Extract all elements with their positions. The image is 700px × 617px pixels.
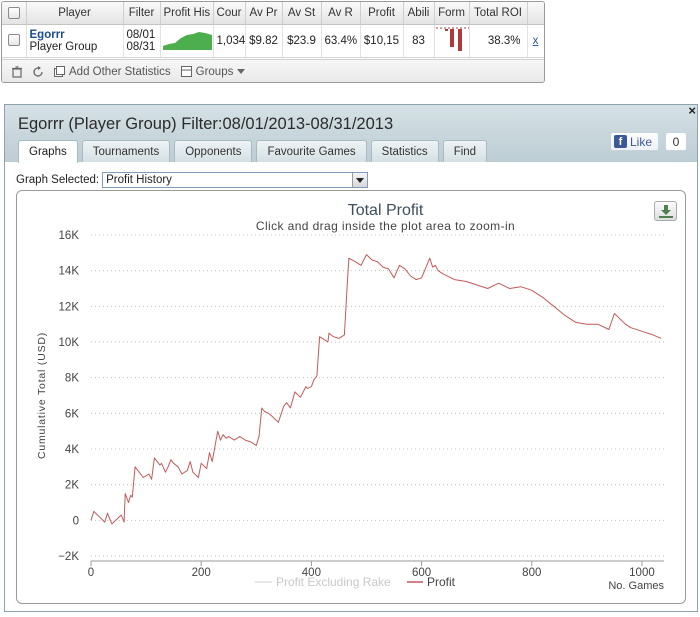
y-tick-label: 0: [73, 515, 79, 527]
groups-dropdown[interactable]: Groups: [180, 65, 246, 78]
x-tick-label: 200: [192, 567, 211, 579]
y-tick-label: 10K: [59, 337, 80, 349]
series-line-profit: [90, 254, 662, 525]
column-header-remove: [527, 2, 544, 25]
download-icon: [658, 204, 673, 218]
y-tick-label: 2K: [65, 480, 79, 492]
form-chart: [435, 27, 468, 51]
graph-selector: Graph Selected: Profit History: [16, 172, 369, 188]
column-header-av-stake[interactable]: Av St: [282, 2, 322, 25]
profit-chart[interactable]: Total ProfitClick and drag inside the pl…: [17, 191, 685, 603]
av-profit-cell: $9.82: [245, 24, 283, 58]
ability-cell: 83: [403, 24, 435, 58]
column-header-ability[interactable]: Abili: [403, 2, 435, 25]
player-group-label: Player Group: [29, 40, 98, 53]
facebook-icon: f: [613, 135, 627, 148]
facebook-like-button[interactable]: f Like: [609, 132, 659, 151]
select-all-checkbox[interactable]: [7, 6, 20, 19]
column-header-player[interactable]: Player: [26, 2, 124, 25]
total-roi-cell: 38.3%: [469, 24, 528, 58]
form-cell: [434, 24, 470, 58]
y-tick-label: 14K: [59, 266, 80, 278]
column-header-profit-history[interactable]: Profit His: [160, 2, 214, 25]
add-statistics-label: Add Other Statistics: [69, 65, 171, 78]
av-stake-cell: $23.9: [282, 24, 322, 58]
player-panel: Egorrr (Player Group) Filter:08/01/2013-…: [4, 104, 698, 612]
profit-history-cell: [160, 24, 214, 58]
panel-title: Egorrr (Player Group) Filter:08/01/2013-…: [18, 115, 394, 133]
row-checkbox[interactable]: [7, 34, 20, 47]
profit-sparkline: [162, 32, 212, 50]
column-header-count[interactable]: Cour: [213, 2, 246, 25]
y-tick-label: 6K: [65, 408, 79, 420]
legend-label-profit-excluding-rake: Profit Excluding Rake: [276, 575, 391, 589]
table-row[interactable]: Egorrr Player Group 08/01 08/31 1,034 $9…: [2, 24, 544, 58]
graph-select[interactable]: Profit History: [102, 172, 369, 188]
y-tick-label: 4K: [65, 444, 79, 456]
facebook-like-count: 0: [665, 132, 687, 151]
y-tick-label: −2K: [58, 551, 79, 563]
panel-tabs: Graphs Tournaments Opponents Favourite G…: [18, 140, 488, 163]
stats-table: Player Filter Profit His Cour Av Pr Av S…: [2, 2, 544, 58]
y-tick-label: 8K: [65, 373, 79, 385]
x-tick-label: 0: [88, 567, 94, 579]
tab-favourite-games[interactable]: Favourite Games: [256, 140, 367, 162]
select-all-header[interactable]: [2, 2, 27, 25]
filter-start: 08/01: [126, 28, 156, 41]
tab-statistics[interactable]: Statistics: [370, 140, 439, 162]
tab-opponents[interactable]: Opponents: [174, 140, 253, 162]
facebook-like-label: Like: [629, 134, 652, 149]
column-header-av-profit[interactable]: Av Pr: [245, 2, 283, 25]
x-axis-label: No. Games: [608, 580, 664, 592]
chart-title: Total Profit: [348, 202, 424, 219]
tab-graphs[interactable]: Graphs: [18, 140, 78, 163]
filter-end: 08/31: [126, 40, 156, 53]
column-header-av-roi[interactable]: Av R: [321, 2, 361, 25]
facebook-like-widget: f Like 0: [609, 132, 687, 151]
panel-header: Egorrr (Player Group) Filter:08/01/2013-…: [5, 104, 697, 163]
download-button[interactable]: [654, 201, 677, 221]
close-icon[interactable]: ×: [688, 104, 696, 117]
remove-cell[interactable]: x: [527, 24, 544, 58]
refresh-icon[interactable]: [32, 65, 44, 78]
y-axis-label: Cumulative Total (USD): [36, 332, 48, 459]
remove-row-link[interactable]: x: [533, 35, 539, 47]
column-header-filter[interactable]: Filter: [123, 2, 161, 25]
player-name-link[interactable]: Egorrr: [30, 29, 120, 41]
count-cell: 1,034: [213, 24, 246, 58]
filter-cell: 08/01 08/31: [123, 24, 161, 58]
grid-toolbar: Add Other Statistics Groups: [2, 59, 544, 82]
row-select-cell[interactable]: [2, 24, 27, 58]
y-tick-label: 12K: [59, 301, 80, 313]
chevron-down-icon: [237, 68, 246, 74]
add-statistics-button[interactable]: Add Other Statistics: [54, 66, 171, 78]
graph-select-value: Profit History: [106, 174, 172, 186]
av-roi-cell: 63.4%: [321, 24, 361, 58]
tab-tournaments[interactable]: Tournaments: [81, 140, 171, 162]
chart-subtitle: Click and drag inside the plot area to z…: [256, 219, 515, 233]
add-window-icon: [54, 66, 65, 77]
chart-container[interactable]: Total Profit Click and drag inside the pl…: [16, 190, 686, 604]
trash-icon[interactable]: [11, 65, 23, 78]
x-tick-label: 800: [522, 567, 541, 579]
table-header-row: Player Filter Profit His Cour Av Pr Av S…: [2, 2, 544, 25]
tab-find[interactable]: Find: [442, 140, 488, 162]
groups-icon: [180, 66, 192, 77]
dropdown-arrow-icon[interactable]: [352, 173, 368, 187]
legend-label-profit: Profit: [427, 575, 456, 589]
column-header-profit[interactable]: Profit: [360, 2, 404, 25]
profit-cell: $10,15: [360, 24, 404, 58]
column-header-form[interactable]: Form: [434, 2, 470, 25]
x-tick-label: 1000: [629, 567, 655, 579]
player-cell[interactable]: Egorrr Player Group: [26, 24, 124, 58]
y-tick-label: 16K: [59, 230, 80, 242]
column-header-total-roi[interactable]: Total ROI: [469, 2, 528, 25]
stats-grid: Player Filter Profit His Cour Av Pr Av S…: [1, 1, 545, 83]
graph-selected-label: Graph Selected:: [16, 174, 100, 186]
groups-label: Groups: [195, 65, 234, 78]
